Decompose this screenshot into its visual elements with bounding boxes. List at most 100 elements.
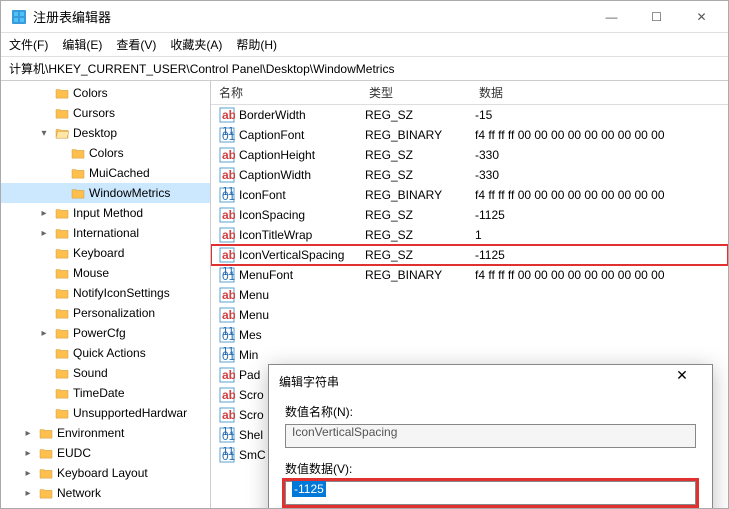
- cell-data: -1125: [471, 248, 728, 262]
- menu-view[interactable]: 查看(V): [116, 36, 156, 53]
- col-type-header[interactable]: 类型: [361, 84, 471, 101]
- cell-name: abMenu: [211, 287, 361, 303]
- cell-type: REG_BINARY: [361, 128, 471, 142]
- cell-name: abCaptionWidth: [211, 167, 361, 183]
- list-row[interactable]: 110011Mes: [211, 325, 728, 345]
- folder-icon: [55, 107, 69, 119]
- expand-icon[interactable]: ▸: [21, 468, 35, 479]
- tree-item-label: PowerCfg: [73, 326, 126, 340]
- tree-item[interactable]: ▸EUDC: [1, 443, 210, 463]
- svg-text:ab: ab: [222, 228, 235, 242]
- expand-icon[interactable]: ▸: [37, 208, 51, 219]
- menu-favorites[interactable]: 收藏夹(A): [170, 36, 222, 53]
- list-row[interactable]: 110011MenuFontREG_BINARYf4 ff ff ff 00 0…: [211, 265, 728, 285]
- binary-value-icon: 110011: [219, 127, 235, 143]
- string-value-icon: ab: [219, 227, 235, 243]
- expand-icon[interactable]: ▸: [21, 488, 35, 499]
- svg-text:011: 011: [222, 329, 235, 343]
- list-row[interactable]: abIconSpacingREG_SZ-1125: [211, 205, 728, 225]
- svg-text:ab: ab: [222, 108, 235, 122]
- tree-item[interactable]: NotifyIconSettings: [1, 283, 210, 303]
- svg-text:ab: ab: [222, 408, 235, 422]
- tree-item[interactable]: ▸ Network: [1, 483, 210, 503]
- svg-text:011: 011: [222, 449, 235, 463]
- binary-value-icon: 110011: [219, 187, 235, 203]
- cell-type: REG_BINARY: [361, 268, 471, 282]
- folder-icon: [71, 187, 85, 199]
- tree-item[interactable]: Personalization: [1, 303, 210, 323]
- tree-item-label: Network: [57, 486, 101, 500]
- svg-text:ab: ab: [222, 388, 235, 402]
- tree-item[interactable]: UnsupportedHardwar: [1, 403, 210, 423]
- expand-icon[interactable]: ▸: [37, 228, 51, 239]
- binary-value-icon: 110011: [219, 427, 235, 443]
- close-button[interactable]: ✕: [679, 2, 724, 32]
- tree-item-label: Mouse: [73, 266, 109, 280]
- string-value-icon: ab: [219, 287, 235, 303]
- tree-item[interactable]: ▸International: [1, 223, 210, 243]
- tree-item[interactable]: Colors: [1, 83, 210, 103]
- list-row[interactable]: abCaptionWidthREG_SZ-330: [211, 165, 728, 185]
- menu-edit[interactable]: 编辑(E): [62, 36, 102, 53]
- svg-text:ab: ab: [222, 168, 235, 182]
- expand-icon[interactable]: ▸: [37, 328, 51, 339]
- tree-item[interactable]: Sound: [1, 363, 210, 383]
- tree-item[interactable]: Keyboard: [1, 243, 210, 263]
- cell-type: REG_BINARY: [361, 188, 471, 202]
- address-bar[interactable]: 计算机\HKEY_CURRENT_USER\Control Panel\Desk…: [1, 57, 728, 81]
- minimize-button[interactable]: —: [589, 2, 634, 32]
- tree-item[interactable]: Quick Actions: [1, 343, 210, 363]
- string-value-icon: ab: [219, 147, 235, 163]
- tree-item[interactable]: ▸Input Method: [1, 203, 210, 223]
- tree-item-label: Desktop: [73, 126, 117, 140]
- list-row[interactable]: 110011IconFontREG_BINARYf4 ff ff ff 00 0…: [211, 185, 728, 205]
- tree-view[interactable]: Colors Cursors ▾ Desktop Colors MuiCachedWind…: [1, 81, 211, 508]
- maximize-button[interactable]: ☐: [634, 2, 679, 32]
- list-row[interactable]: 110011CaptionFontREG_BINARYf4 ff ff ff 0…: [211, 125, 728, 145]
- menu-help[interactable]: 帮助(H): [236, 36, 277, 53]
- value-data-field[interactable]: -1125: [285, 481, 696, 505]
- cell-data: f4 ff ff ff 00 00 00 00 00 00 00 00 00: [471, 268, 728, 282]
- string-value-icon: ab: [219, 167, 235, 183]
- tree-item[interactable]: MuiCached: [1, 163, 210, 183]
- dialog-close-button[interactable]: ✕: [662, 367, 702, 395]
- tree-item-label: Colors: [89, 146, 124, 160]
- cell-name: abCaptionHeight: [211, 147, 361, 163]
- tree-item[interactable]: Cursors: [1, 103, 210, 123]
- tree-item[interactable]: WindowMetrics: [1, 183, 210, 203]
- menu-file[interactable]: 文件(F): [9, 36, 48, 53]
- list-row[interactable]: abBorderWidthREG_SZ-15: [211, 105, 728, 125]
- list-row[interactable]: abIconTitleWrapREG_SZ1: [211, 225, 728, 245]
- col-data-header[interactable]: 数据: [471, 84, 728, 101]
- svg-text:ab: ab: [222, 248, 235, 262]
- tree-item[interactable]: Mouse: [1, 263, 210, 283]
- cell-type: REG_SZ: [361, 208, 471, 222]
- col-name-header[interactable]: 名称: [211, 84, 361, 101]
- expand-icon[interactable]: ▾: [37, 128, 51, 139]
- expand-icon[interactable]: ▸: [21, 428, 35, 439]
- list-row[interactable]: 110011Min: [211, 345, 728, 365]
- svg-text:ab: ab: [222, 368, 235, 382]
- tree-item[interactable]: ▸ PowerCfg: [1, 323, 210, 343]
- folder-icon: [55, 127, 69, 139]
- value-name-field[interactable]: IconVerticalSpacing: [285, 424, 696, 448]
- cell-name: abIconTitleWrap: [211, 227, 361, 243]
- list-row[interactable]: abIconVerticalSpacingREG_SZ-1125: [211, 245, 728, 265]
- tree-item[interactable]: ▾ Desktop: [1, 123, 210, 143]
- list-row[interactable]: abMenu: [211, 285, 728, 305]
- folder-icon: [39, 487, 53, 499]
- list-row[interactable]: abMenu: [211, 305, 728, 325]
- tree-item[interactable]: Colors: [1, 143, 210, 163]
- tree-item[interactable]: ▸Keyboard Layout: [1, 463, 210, 483]
- edit-string-dialog: 编辑字符串 ✕ 数值名称(N): IconVerticalSpacing 数值数…: [268, 364, 713, 508]
- folder-icon: [55, 367, 69, 379]
- cell-name: 110011Mes: [211, 327, 361, 343]
- tree-item[interactable]: TimeDate: [1, 383, 210, 403]
- tree-item[interactable]: ▸Environment: [1, 423, 210, 443]
- tree-item-label: TimeDate: [73, 386, 125, 400]
- string-value-icon: ab: [219, 207, 235, 223]
- expand-icon[interactable]: ▸: [21, 448, 35, 459]
- list-row[interactable]: abCaptionHeightREG_SZ-330: [211, 145, 728, 165]
- folder-icon: [55, 207, 69, 219]
- tree-item-label: Colors: [73, 86, 108, 100]
